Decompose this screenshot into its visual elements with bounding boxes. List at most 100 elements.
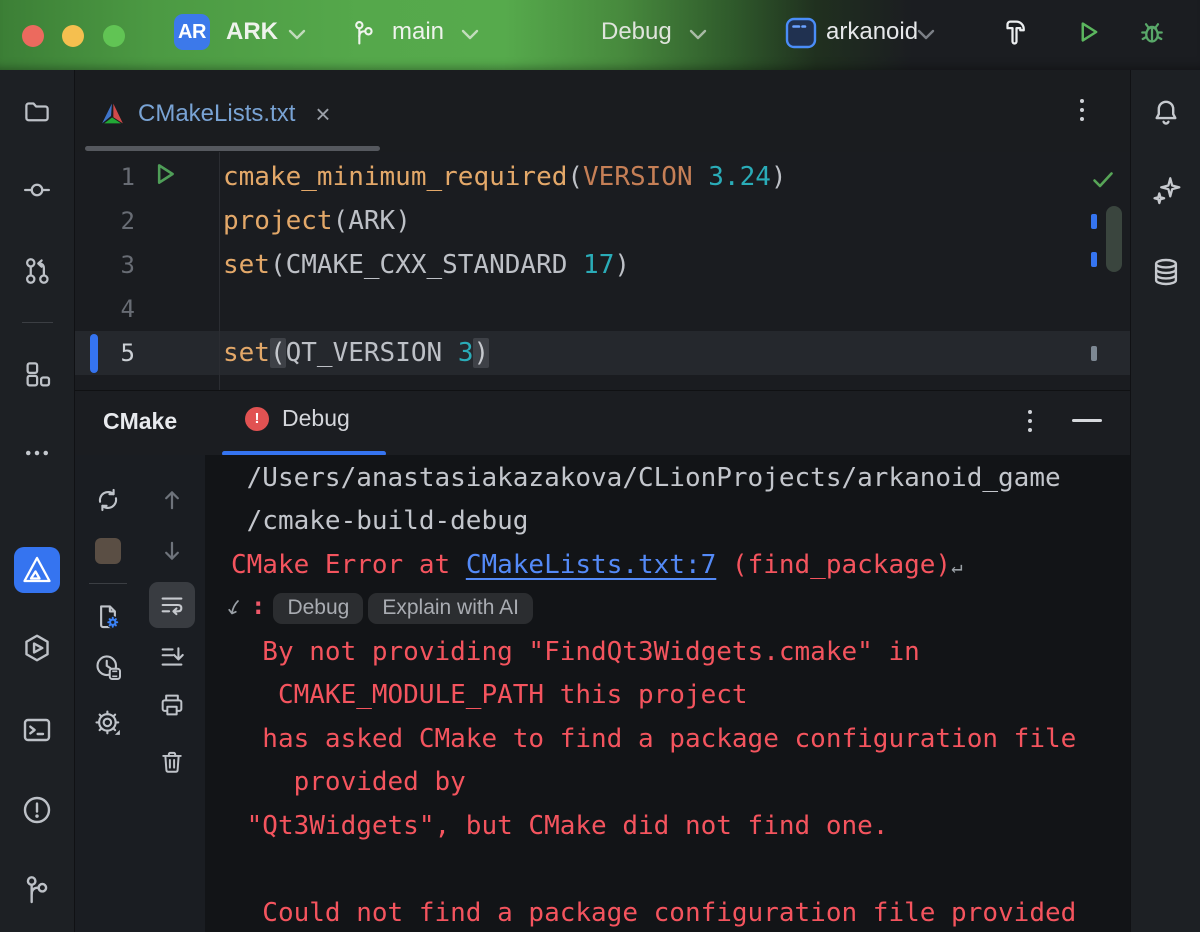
clear-console-button[interactable] xyxy=(149,739,195,785)
close-window-button[interactable] xyxy=(22,25,44,47)
prev-message-button[interactable] xyxy=(149,477,195,523)
stop-button[interactable] xyxy=(85,528,131,574)
build-type-dropdown[interactable]: Debug xyxy=(601,18,672,46)
code-line[interactable]: 4 xyxy=(75,287,1130,331)
line-number: 1 xyxy=(75,163,135,191)
debug-button[interactable] xyxy=(1134,13,1170,51)
project-badge: AR xyxy=(174,14,210,50)
console-line: By not providing "FindQt3Widgets.cmake" … xyxy=(205,630,1130,674)
console-panel: /Users/anastasiakazakova/CLionProjects/a… xyxy=(75,455,1130,932)
next-message-button[interactable] xyxy=(149,528,195,574)
chevron-down-icon xyxy=(916,28,936,41)
chip-debug[interactable]: Debug xyxy=(273,593,363,624)
tab-cmakeliststxt[interactable]: CMakeLists.txt × xyxy=(85,84,345,144)
soft-wrap-icon xyxy=(158,591,186,619)
tab-underline xyxy=(85,146,380,151)
problems-tool-button[interactable] xyxy=(14,787,60,833)
inspections-ok-check-icon[interactable] xyxy=(1091,168,1115,192)
tool-window-header: CMake ! Debug xyxy=(75,390,1130,455)
open-cmake-settings-button[interactable] xyxy=(85,594,131,640)
chip-explain-with-ai[interactable]: Explain with AI xyxy=(368,593,533,624)
more-ellipsis-icon xyxy=(22,438,52,468)
close-tab-icon[interactable]: × xyxy=(315,101,330,127)
console-line: CMake Error at CMakeLists.txt:7 (find_pa… xyxy=(205,543,1130,587)
code-text: set(QT_VERSION 3) xyxy=(223,331,489,375)
print-button[interactable] xyxy=(149,682,195,728)
tab-debug-console[interactable]: ! Debug xyxy=(245,405,350,432)
minimize-tool-window-button[interactable] xyxy=(1072,419,1102,422)
line-number: 3 xyxy=(75,251,135,279)
chevron-down-icon xyxy=(688,28,708,41)
tool-window-options-kebab[interactable] xyxy=(1028,410,1032,432)
down-arrow-icon xyxy=(158,537,186,565)
sidebar-divider xyxy=(22,322,53,323)
code-text: project(ARK) xyxy=(223,199,411,243)
run-button[interactable] xyxy=(1070,13,1106,51)
notifications-button[interactable] xyxy=(1143,90,1189,136)
gear-icon xyxy=(93,708,123,738)
database-button[interactable] xyxy=(1143,249,1189,295)
console-line: "Qt3Widgets", but CMake did not find one… xyxy=(205,804,1130,848)
rerun-button[interactable] xyxy=(85,477,131,523)
debug-tab-label: Debug xyxy=(282,405,350,432)
editor-scrollbar[interactable] xyxy=(1106,206,1122,272)
terminal-tool-button[interactable] xyxy=(14,707,60,753)
console-line: provided by xyxy=(205,761,1130,805)
line-number: 4 xyxy=(75,295,135,323)
structure-tool-button[interactable] xyxy=(14,351,60,397)
run-config-dropdown[interactable]: arkanoid xyxy=(826,18,918,46)
file-gear-icon xyxy=(93,602,123,632)
code-text: set(CMAKE_CXX_STANDARD 17) xyxy=(223,243,630,287)
pull-requests-tool-button[interactable] xyxy=(14,248,60,294)
right-tool-strip xyxy=(1130,70,1200,932)
run-config-app-icon xyxy=(784,16,818,50)
line-number: 5 xyxy=(75,339,135,367)
trash-icon xyxy=(158,748,186,776)
code-line[interactable]: 5 set(QT_VERSION 3) xyxy=(75,331,1130,375)
services-tool-button[interactable] xyxy=(14,625,60,671)
commit-icon xyxy=(22,175,52,205)
project-tool-button[interactable] xyxy=(14,89,60,135)
code-line[interactable]: 1cmake_minimum_required(VERSION 3.24) xyxy=(75,155,1130,199)
editor-options-kebab[interactable] xyxy=(1080,99,1084,121)
stop-square-icon xyxy=(95,538,121,564)
branch-dropdown[interactable]: main xyxy=(392,18,444,46)
maximize-window-button[interactable] xyxy=(103,25,125,47)
database-icon xyxy=(1150,256,1182,288)
chevron-down-icon xyxy=(287,28,307,41)
main-area: CMakeLists.txt × 1cmake_minimum_required… xyxy=(75,70,1130,932)
code-line[interactable]: 2 project(ARK) xyxy=(75,199,1130,243)
scroll-to-end-button[interactable] xyxy=(149,634,195,680)
terminal-icon xyxy=(21,714,53,746)
run-line-marker-icon[interactable] xyxy=(151,160,179,188)
minimize-window-button[interactable] xyxy=(62,25,84,47)
services-hexagon-play-icon xyxy=(21,632,53,664)
git-tool-button[interactable] xyxy=(14,867,60,913)
ai-assistant-button[interactable] xyxy=(1143,167,1189,213)
build-button[interactable] xyxy=(997,13,1033,51)
clock-save-icon xyxy=(93,652,123,682)
console-output[interactable]: /Users/anastasiakazakova/CLionProjects/a… xyxy=(205,455,1130,932)
error-file-link[interactable]: CMakeLists.txt:7 xyxy=(466,550,716,580)
profiling-history-button[interactable] xyxy=(85,644,131,690)
code-editor[interactable]: 1cmake_minimum_required(VERSION 3.24) 2 pr… xyxy=(75,152,1130,390)
project-name-dropdown[interactable]: ARK xyxy=(226,18,278,46)
console-line: /cmake-build-debug xyxy=(205,500,1130,544)
left-tool-strip xyxy=(0,70,75,932)
settings-button[interactable] xyxy=(85,700,131,746)
bell-icon xyxy=(1150,97,1182,129)
cmake-tool-button-active[interactable] xyxy=(14,547,60,593)
caret-position-tick xyxy=(1091,346,1097,361)
tab-label: CMakeLists.txt xyxy=(138,100,295,128)
commit-tool-button[interactable] xyxy=(14,167,60,213)
console-toolbar xyxy=(75,455,205,932)
more-tool-windows-button[interactable] xyxy=(14,430,60,476)
line-number: 2 xyxy=(75,207,135,235)
vcs-change-tick xyxy=(1091,214,1097,229)
code-line[interactable]: 3 set(CMAKE_CXX_STANDARD 17) xyxy=(75,243,1130,287)
problems-exclamation-icon xyxy=(21,794,53,826)
soft-wrap-toggle[interactable] xyxy=(149,582,195,628)
bug-icon xyxy=(1137,17,1167,47)
clion-window: AR ARK main Debug arkanoid xyxy=(0,0,1200,932)
git-branch-icon xyxy=(21,874,53,906)
